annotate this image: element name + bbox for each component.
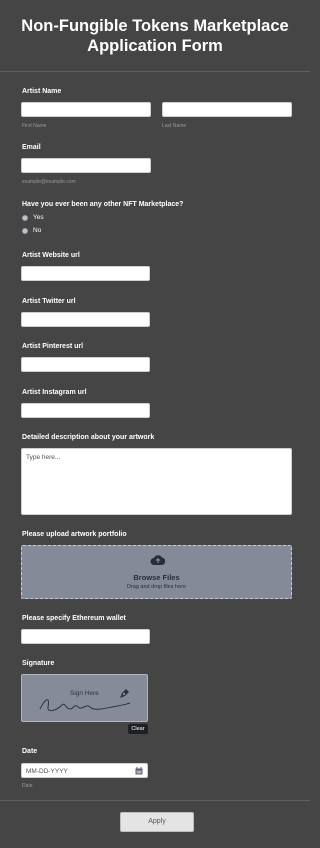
email-label: Email [22,144,41,151]
form-footer: Apply [0,800,310,848]
website-input[interactable] [21,266,150,281]
clear-signature-button[interactable]: Clear [128,724,148,734]
email-sublabel: example@example.com [22,179,76,185]
date-sublabel: Date [22,783,33,789]
signature-label: Signature [22,660,55,667]
date-input[interactable]: MM-DD-YYYY [21,763,148,778]
instagram-input[interactable] [21,403,150,418]
radio-option-label: No [33,227,42,234]
description-label: Detailed description about your artwork [22,434,155,441]
radio-button[interactable] [22,214,28,221]
pen-icon [120,689,129,698]
radio-option-label: Yes [33,214,44,221]
website-label: Artist Website url [22,252,80,259]
artist-name-label: Artist Name [22,88,62,95]
upload-label: Please upload artwork portfolio [22,531,127,538]
form-header: Non-Fungible Tokens Marketplace Applicat… [0,0,310,72]
first-name-input[interactable] [21,102,151,117]
wallet-input[interactable] [21,629,150,644]
radio-option-yes[interactable]: Yes [22,214,44,221]
apply-button[interactable]: Apply [120,812,194,832]
last-name-sublabel: Last Name [162,123,187,129]
file-upload-dropzone[interactable]: Browse Files Drag and drop files here [21,545,292,599]
last-name-input[interactable] [162,102,292,117]
signature-pad[interactable]: Sign Here [21,674,148,722]
browse-files-text: Browse Files [133,573,180,582]
radio-button[interactable] [22,227,28,234]
twitter-input[interactable] [21,312,150,327]
drag-drop-hint: Drag and drop files here [126,584,186,590]
first-name-sublabel: First Name [22,123,47,129]
cloud-upload-icon [150,555,166,565]
email-input[interactable] [21,158,151,173]
radio-option-no[interactable]: No [22,227,41,234]
form-title: Non-Fungible Tokens Marketplace Applicat… [21,17,289,55]
date-label: Date [22,748,38,755]
marketplace-question: Have you ever been any other NFT Marketp… [22,201,184,208]
wallet-label: Please specify Ethereum wallet [22,615,126,622]
date-placeholder: MM-DD-YYYY [26,768,68,775]
description-placeholder: Type here... [26,454,61,461]
application-form: Artist Name First Name Last Name Email e… [0,72,310,800]
pinterest-input[interactable] [21,357,150,372]
description-textarea[interactable]: Type here... [21,448,292,515]
pinterest-label: Artist Pinterest url [22,343,84,350]
instagram-label: Artist Instagram url [22,389,87,396]
twitter-label: Artist Twitter url [22,298,76,305]
calendar-icon[interactable] [135,767,143,775]
